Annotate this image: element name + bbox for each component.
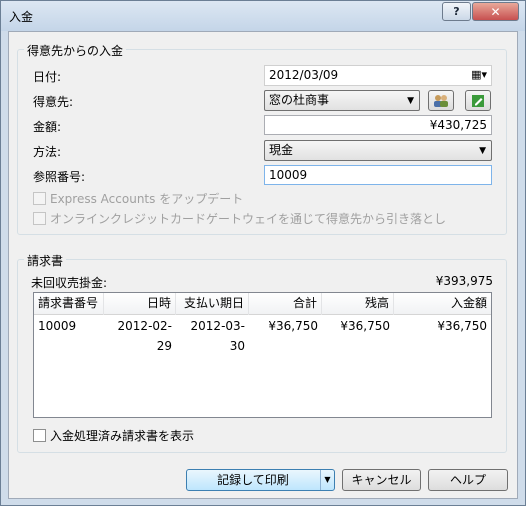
date-label: 日付: [33,70,62,84]
outstanding-label: 未回収売掛金: [31,276,108,290]
row-balance: ¥36,750 [340,319,390,333]
calendar-dropdown-icon[interactable]: ▦▾ [471,68,487,82]
table-row[interactable]: 10009 2012-02-29 2012-03-30 ¥36,750 ¥36,… [34,316,491,353]
title-bar: 入金 ? ✕ [1,1,525,31]
outstanding-value: ¥393,975 [435,274,493,288]
method-label: 方法: [33,145,62,159]
row-payment: ¥36,750 [437,319,487,333]
record-and-print-label: 記録して印刷 [217,473,289,487]
col-payment[interactable]: 入金額 [394,293,491,315]
reference-field[interactable]: 10009 [264,165,492,185]
gateway-debit-checkbox[interactable] [33,212,46,225]
close-icon: ✕ [490,4,501,19]
customer-list-button[interactable] [428,90,454,111]
row-invoice-number: 10009 [38,319,77,333]
customer-payment-group: 得意先からの入金 日付: 2012/03/09 ▦▾ 得意先: 窓の杜商事 ▼ [17,42,507,235]
col-date[interactable]: 日時 [104,293,176,315]
date-value: 2012/03/09 [269,68,339,82]
record-and-print-button[interactable]: 記録して印刷 ▼ [186,469,335,491]
reference-value: 10009 [269,168,308,182]
express-accounts-label: Express Accounts をアップデート [50,192,244,206]
title-help-button[interactable]: ? [442,2,471,21]
invoice-group-title: 請求書 [24,252,67,269]
method-select[interactable]: 現金 ▼ [264,140,492,161]
col-invoice-number[interactable]: 請求書番号 [34,293,104,315]
row-date: 2012-02-29 [117,319,172,353]
show-processed-checkbox[interactable] [33,429,46,442]
col-due-date[interactable]: 支払い期日 [176,293,249,315]
method-value: 現金 [269,143,294,157]
payment-dialog: 入金 ? ✕ 得意先からの入金 日付: 2012/03/09 ▦▾ 得意先: 窓… [0,0,526,506]
customer-select[interactable]: 窓の杜商事 ▼ [264,90,420,111]
show-processed-label: 入金処理済み請求書を表示 [50,429,195,443]
invoice-table-header: 請求書番号 日時 支払い期日 合計 残高 入金額 [34,293,491,315]
cancel-button[interactable]: キャンセル [342,469,421,491]
invoice-table[interactable]: 請求書番号 日時 支払い期日 合計 残高 入金額 10009 2012-02-2… [33,292,492,418]
amount-label: 金額: [33,120,62,134]
amount-field[interactable]: ¥430,725 [264,115,492,135]
window-title: 入金 [9,10,34,24]
col-total[interactable]: 合計 [249,293,322,315]
row-total: ¥36,750 [268,319,318,333]
edit-icon [472,94,484,107]
gateway-debit-label: オンラインクレジットカードゲートウェイを通じて得意先から引き落とし [50,212,447,226]
edit-customer-button[interactable] [465,90,491,111]
customer-label: 得意先: [33,95,74,109]
date-field[interactable]: 2012/03/09 ▦▾ [264,65,492,86]
split-dropdown-icon[interactable]: ▼ [320,470,334,490]
amount-value: ¥430,725 [429,118,487,132]
dialog-body: 得意先からの入金 日付: 2012/03/09 ▦▾ 得意先: 窓の杜商事 ▼ [8,31,518,499]
reference-label: 参照番号: [33,170,86,184]
customer-group-title: 得意先からの入金 [24,42,127,59]
help-button[interactable]: ヘルプ [428,469,508,491]
help-icon: ? [453,5,460,18]
customer-value: 窓の杜商事 [269,93,330,107]
chevron-down-icon: ▼ [407,96,414,106]
express-accounts-checkbox[interactable] [33,192,46,205]
chevron-down-icon: ▼ [479,146,486,156]
people-icon [434,94,448,107]
title-close-button[interactable]: ✕ [472,2,519,21]
row-due-date: 2012-03-30 [190,319,245,353]
col-balance[interactable]: 残高 [322,293,394,315]
